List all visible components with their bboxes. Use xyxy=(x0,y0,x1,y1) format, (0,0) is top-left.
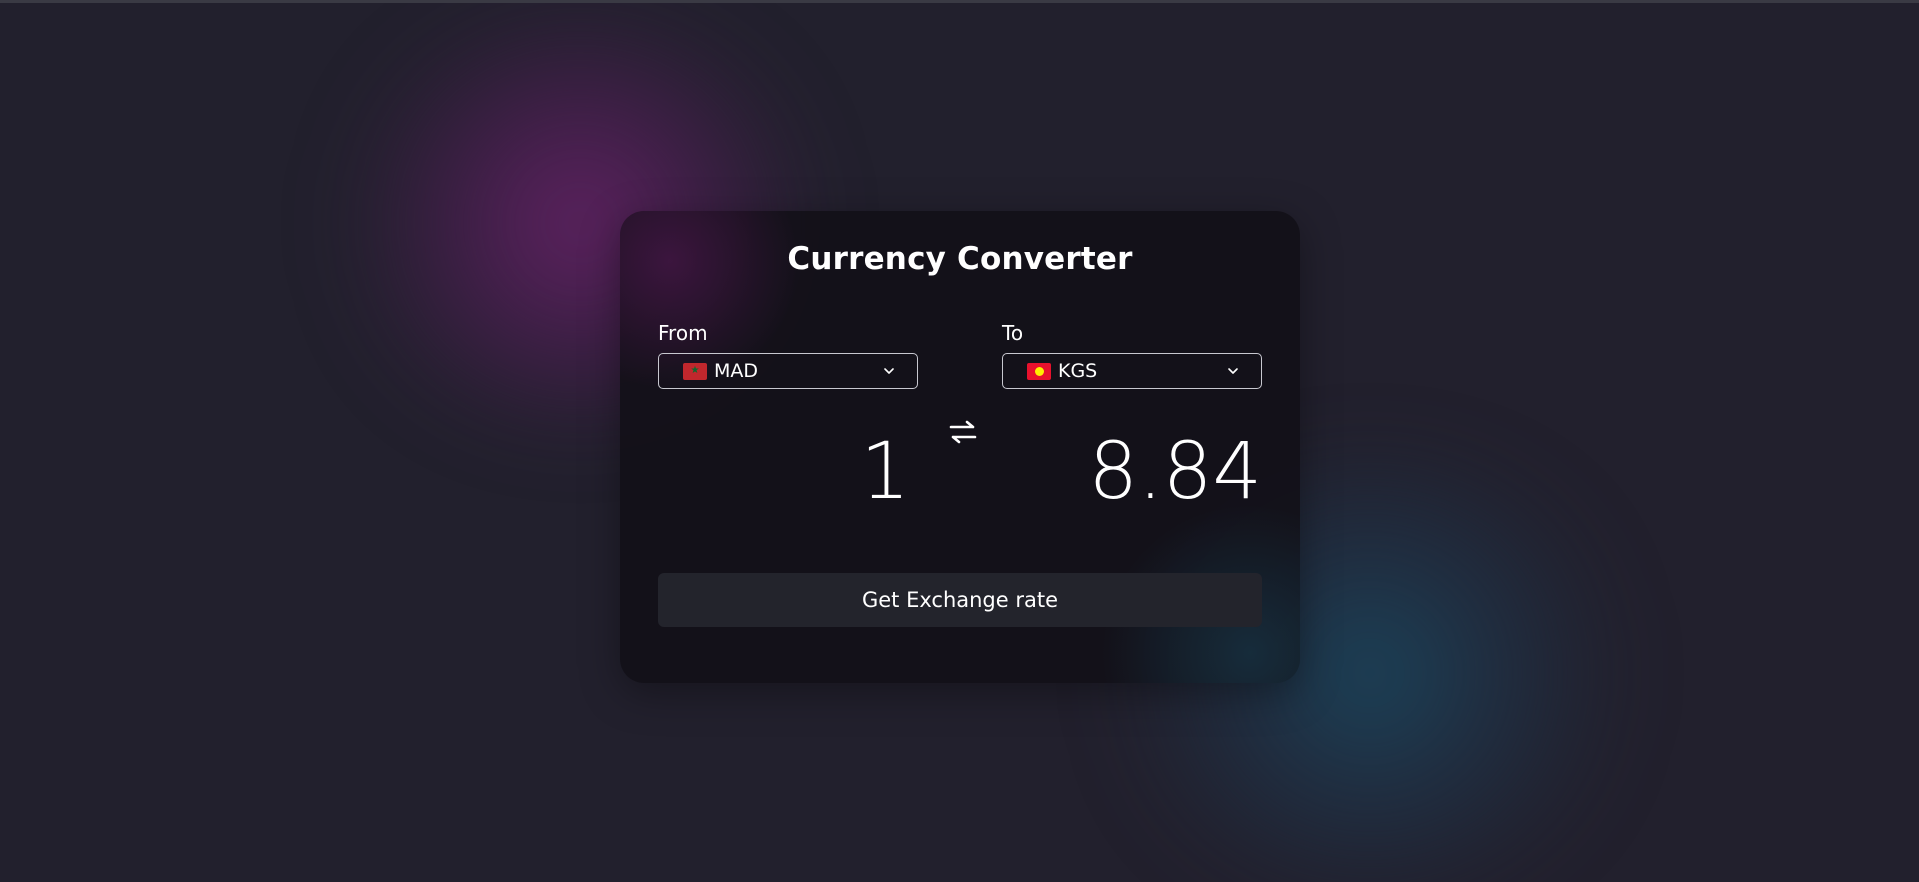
from-amount[interactable]: 1 xyxy=(860,433,910,511)
chevron-down-icon xyxy=(884,368,894,374)
kyrgyzstan-flag-icon xyxy=(1027,362,1051,380)
converter-card: Currency Converter From ★ MAD To KGS 1 8… xyxy=(620,211,1300,683)
to-amount: 8.84 xyxy=(1088,427,1262,517)
to-currency-value: KGS xyxy=(1058,360,1098,382)
morocco-flag-icon: ★ xyxy=(683,362,707,380)
currency-selectors: From ★ MAD To KGS xyxy=(658,321,1262,389)
to-currency-select[interactable]: KGS xyxy=(1002,353,1262,389)
swap-arrows-icon[interactable] xyxy=(948,419,978,445)
from-group: From ★ MAD xyxy=(658,321,918,389)
page: Currency Converter From ★ MAD To KGS 1 8… xyxy=(0,0,1919,882)
from-currency-select[interactable]: ★ MAD xyxy=(658,353,918,389)
from-currency-value: MAD xyxy=(714,360,759,382)
get-exchange-rate-button[interactable]: Get Exchange rate xyxy=(658,573,1262,627)
from-label: From xyxy=(658,321,708,345)
to-label: To xyxy=(1002,321,1024,345)
chevron-down-icon xyxy=(1228,368,1238,374)
amounts-row: 1 8.84 xyxy=(658,417,1262,537)
page-title: Currency Converter xyxy=(787,241,1133,277)
to-group: To KGS xyxy=(1002,321,1262,389)
